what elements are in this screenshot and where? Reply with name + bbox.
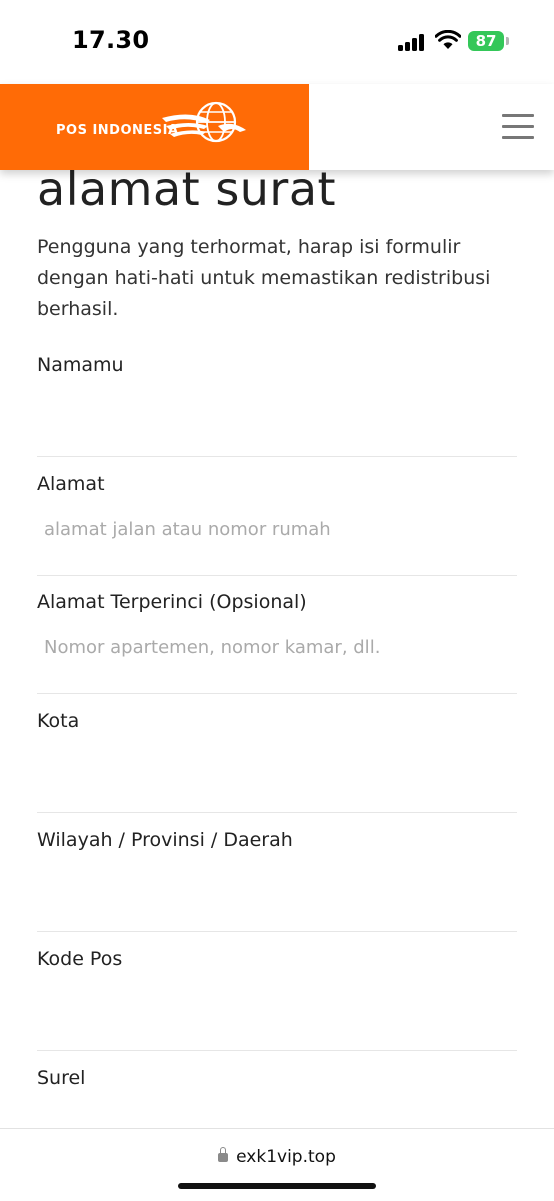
- status-bar: 17.30 87: [0, 0, 554, 84]
- field-label: Alamat Terperinci (Opsional): [37, 591, 307, 613]
- email-input[interactable]: [37, 1105, 517, 1128]
- home-indicator[interactable]: [178, 1183, 376, 1189]
- field-label: Wilayah / Provinsi / Daerah: [37, 829, 293, 851]
- postal-code-input[interactable]: [37, 986, 517, 1022]
- page-title: alamat surat: [37, 170, 337, 216]
- status-time: 17.30: [72, 26, 150, 54]
- intro-text: Pengguna yang terhormat, harap isi formu…: [37, 236, 491, 320]
- city-input[interactable]: [37, 748, 517, 784]
- pos-eagle-globe-icon: [162, 101, 246, 143]
- name-field: Namamu: [37, 338, 517, 457]
- region-input[interactable]: [37, 867, 517, 903]
- url-text: exk1vip.top: [236, 1147, 336, 1167]
- field-label: Kota: [37, 710, 80, 732]
- address-detail-input[interactable]: [37, 629, 517, 665]
- main-content: alamat surat Pengguna yang terhormat, ha…: [0, 170, 554, 1128]
- email-field: Surel: [37, 1051, 517, 1128]
- site-header: POS INDONESIA: [0, 84, 554, 170]
- address-field: Alamat: [37, 457, 517, 576]
- postal-code-field: Kode Pos: [37, 932, 517, 1051]
- battery-level: 87: [468, 31, 504, 51]
- field-label: Alamat: [37, 473, 105, 495]
- field-label: Kode Pos: [37, 948, 123, 970]
- url-display[interactable]: exk1vip.top: [0, 1147, 554, 1167]
- city-field: Kota: [37, 694, 517, 813]
- hamburger-menu-icon[interactable]: [502, 114, 534, 140]
- address-input[interactable]: [37, 511, 517, 547]
- logo[interactable]: POS INDONESIA: [0, 84, 309, 170]
- field-label: Surel: [37, 1067, 86, 1089]
- wifi-icon: [435, 30, 461, 49]
- region-field: Wilayah / Provinsi / Daerah: [37, 813, 517, 932]
- cellular-signal-icon: [398, 33, 426, 51]
- name-input[interactable]: [37, 392, 517, 428]
- field-label: Namamu: [37, 354, 124, 376]
- lock-icon: [218, 1147, 229, 1162]
- browser-address-bar[interactable]: exk1vip.top: [0, 1128, 554, 1201]
- battery-icon: 87: [468, 31, 510, 51]
- address-detail-field: Alamat Terperinci (Opsional): [37, 575, 517, 694]
